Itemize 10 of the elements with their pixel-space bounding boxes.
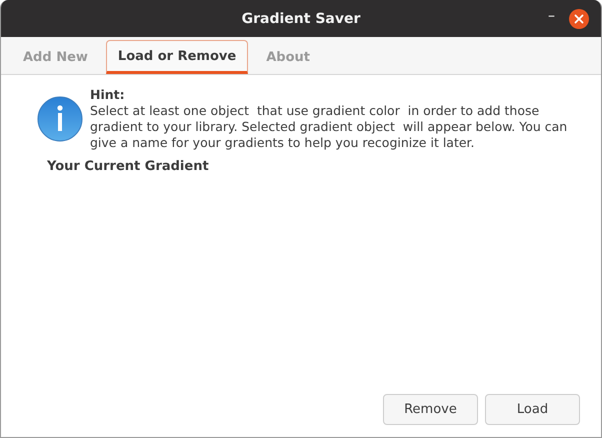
action-button[interactable]: Remove — [383, 394, 478, 425]
hint-text: Select at least one object that use gradient color in order to add those gradient to your library. Selected gradient object will appear below. You can give a name for your gradients to help you recoginize it later. — [90, 103, 568, 151]
info-icon — [37, 96, 83, 142]
tab[interactable]: Load or Remove — [106, 40, 248, 74]
section-title: Your Current Gradient — [47, 159, 210, 174]
hint-title: Hint: — [90, 87, 126, 103]
window-title: Gradient Saver — [242, 10, 360, 26]
action-button[interactable]: Load — [485, 394, 580, 425]
close-icon[interactable] — [569, 9, 589, 29]
minimize-button[interactable]: – — [544, 8, 559, 24]
